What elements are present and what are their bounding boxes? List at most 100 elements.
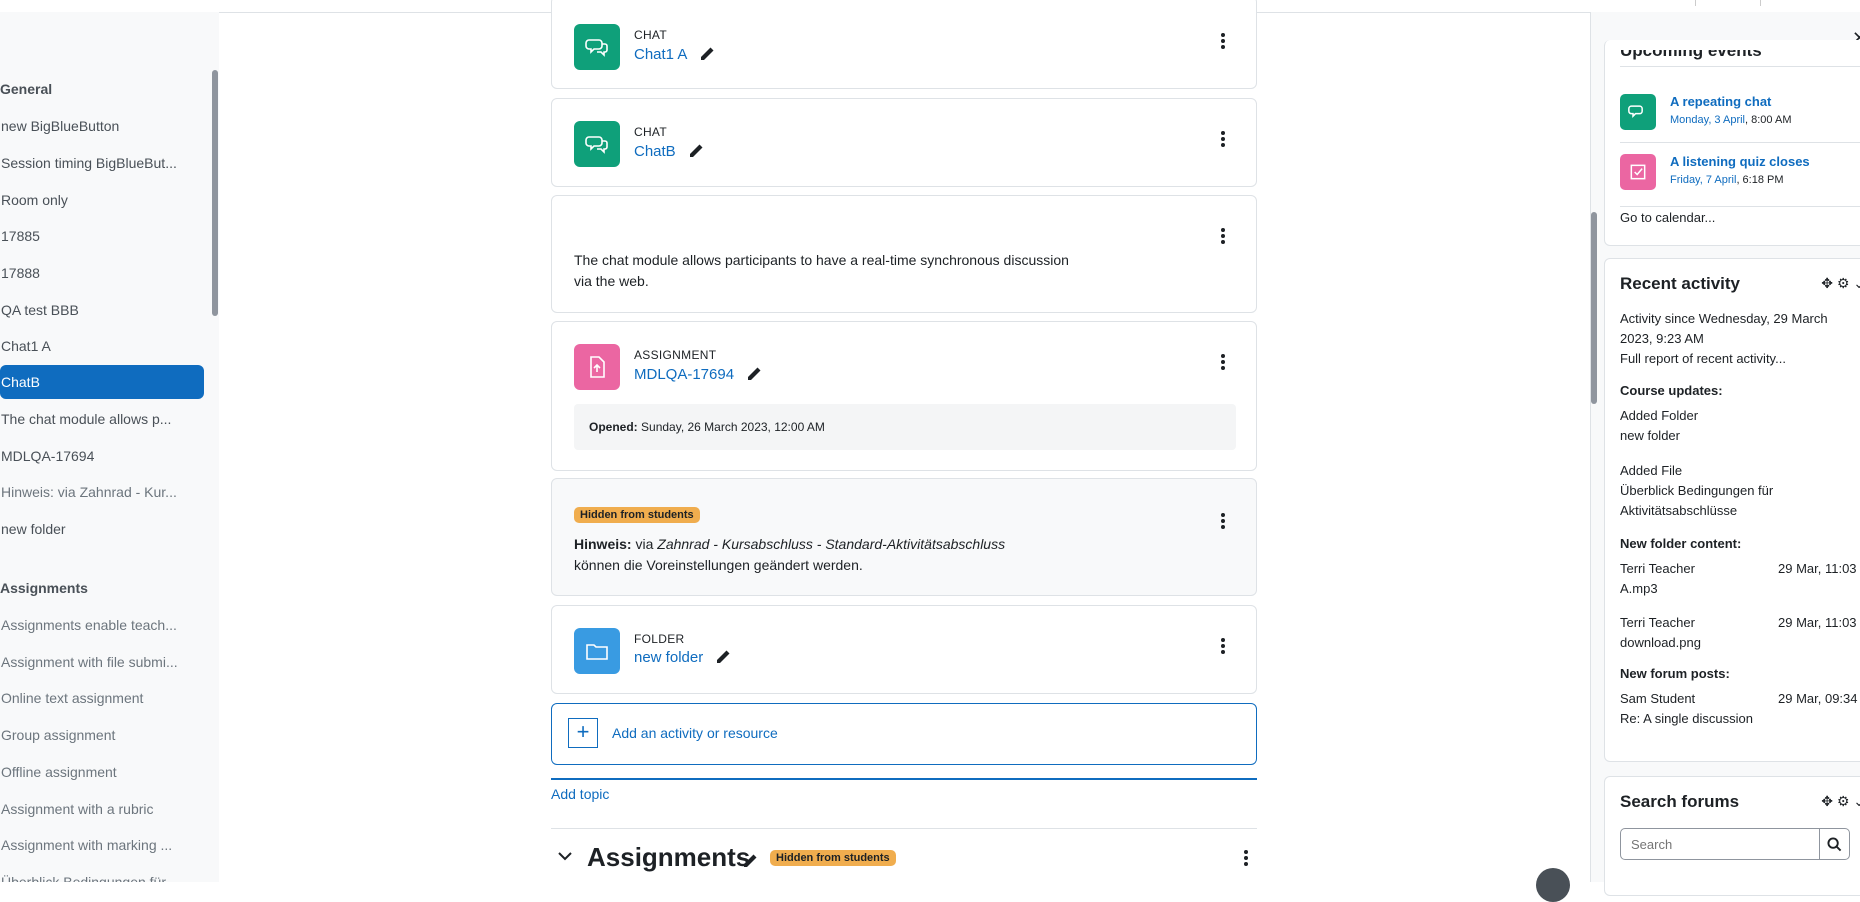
- go-to-calendar-link[interactable]: Go to calendar...: [1620, 208, 1715, 228]
- new-forum-posts-heading: New forum posts:: [1620, 666, 1730, 681]
- more-actions-icon[interactable]: [1220, 130, 1226, 148]
- activity-card-folder: FOLDER new folder: [551, 605, 1257, 694]
- activity-link[interactable]: MDLQA-17694: [634, 366, 734, 383]
- upcoming-events-block: Upcoming events A repeating chat Monday,…: [1604, 40, 1860, 246]
- post-date: 29 Mar, 09:34: [1778, 691, 1858, 706]
- event-link[interactable]: A listening quiz closes: [1670, 154, 1810, 169]
- recent-activity-block: Recent activity ✥ ⚙ ⌄ Activity since Wed…: [1604, 258, 1860, 762]
- section-header-assignments: Assignments Hidden from students: [551, 842, 1257, 876]
- content-user: Terri Teacher: [1620, 615, 1695, 630]
- hinweis-text: Hinweis: via Zahnrad - Kursabschluss - S…: [574, 534, 1054, 576]
- opened-value: Sunday, 26 March 2023, 12:00 AM: [641, 420, 825, 434]
- index-item[interactable]: Chat1 A: [0, 329, 204, 363]
- activity-link[interactable]: ChatB: [634, 143, 676, 160]
- course-updates-heading: Course updates:: [1620, 383, 1723, 398]
- hidden-badge: Hidden from students: [770, 850, 896, 866]
- update-type: Added File: [1620, 463, 1683, 478]
- folder-icon: [574, 628, 620, 674]
- more-actions-icon[interactable]: [1220, 637, 1226, 655]
- index-section-general[interactable]: General: [0, 81, 52, 97]
- opened-label: Opened:: [589, 420, 638, 434]
- divider: [1620, 206, 1860, 207]
- index-item[interactable]: new BigBlueButton: [0, 109, 204, 143]
- course-index-drawer: General new BigBlueButton Session timing…: [0, 12, 219, 882]
- index-item-active[interactable]: ChatB: [0, 365, 204, 399]
- section-separator: [551, 828, 1257, 829]
- index-item[interactable]: Online text assignment: [0, 681, 204, 715]
- add-activity-label: Add an activity or resource: [612, 725, 778, 741]
- index-item[interactable]: Session timing BigBlueBut...: [0, 146, 204, 180]
- block-title: Search forums: [1620, 792, 1740, 811]
- index-item[interactable]: Room only: [0, 183, 204, 217]
- assignment-icon: [574, 344, 620, 390]
- event-date-link[interactable]: Friday, 7 April: [1670, 174, 1736, 186]
- add-activity-button[interactable]: + Add an activity or resource: [551, 703, 1257, 765]
- activity-dates: Opened: Sunday, 26 March 2023, 12:00 AM: [574, 404, 1236, 450]
- content-date: 29 Mar, 11:03: [1778, 615, 1857, 630]
- section-divider: [551, 778, 1257, 780]
- index-item[interactable]: MDLQA-17694: [0, 439, 204, 473]
- more-actions-icon[interactable]: [1243, 849, 1249, 867]
- full-report-link[interactable]: Full report of recent activity...: [1620, 349, 1786, 369]
- content-file-link[interactable]: download.png: [1620, 633, 1701, 653]
- activity-link[interactable]: Chat1 A: [634, 46, 687, 63]
- index-item[interactable]: Assignment with marking ...: [0, 828, 204, 862]
- search-group: [1620, 828, 1850, 860]
- activity-type: ASSIGNMENT: [634, 348, 717, 362]
- index-item[interactable]: Überblick Bedingungen für...: [0, 865, 204, 882]
- activity-card-chat: CHAT Chat1 A: [551, 0, 1257, 89]
- more-actions-icon[interactable]: [1220, 512, 1226, 530]
- hinweis-italic: Zahnrad - Kursabschluss - Standard-Aktiv…: [657, 536, 1006, 552]
- section-title: Assignments: [587, 842, 751, 872]
- chevron-down-icon[interactable]: [557, 848, 573, 864]
- index-item[interactable]: 17888: [0, 256, 204, 290]
- activity-card-chat: CHAT ChatB: [551, 98, 1257, 187]
- event-date-link[interactable]: Monday, 3 April: [1670, 114, 1745, 126]
- hidden-label-card: Hidden from students Hinweis: via Zahnra…: [551, 478, 1257, 596]
- update-link[interactable]: new folder: [1620, 426, 1680, 446]
- edit-pencil-icon[interactable]: [688, 143, 704, 159]
- navbar-divider: [1695, 0, 1696, 6]
- more-actions-icon[interactable]: [1220, 32, 1226, 50]
- activity-since: Activity since Wednesday, 29 March 2023, …: [1620, 311, 1828, 346]
- hinweis-text1: via: [635, 536, 654, 552]
- edit-pencil-icon[interactable]: [746, 366, 762, 382]
- index-item[interactable]: Assignment with file submi...: [0, 645, 204, 679]
- block-title: Recent activity: [1620, 274, 1740, 293]
- post-link[interactable]: Re: A single discussion: [1620, 709, 1753, 729]
- search-button[interactable]: [1819, 828, 1850, 860]
- event-link[interactable]: A repeating chat: [1670, 94, 1771, 109]
- course-index-scrollbar[interactable]: [212, 70, 218, 316]
- activity-link[interactable]: new folder: [634, 649, 703, 666]
- block-controls[interactable]: ✥ ⚙ ⌄: [1821, 275, 1860, 292]
- hinweis-bold: Hinweis:: [574, 536, 632, 552]
- more-actions-icon[interactable]: [1220, 353, 1226, 371]
- help-icon[interactable]: [1536, 868, 1570, 902]
- index-item[interactable]: QA test BBB: [0, 293, 204, 327]
- index-item[interactable]: Group assignment: [0, 718, 204, 752]
- index-item[interactable]: 17885: [0, 219, 204, 253]
- index-section-assignments[interactable]: Assignments: [0, 580, 88, 596]
- chat-icon: [1620, 94, 1656, 130]
- edit-pencil-icon[interactable]: [699, 46, 715, 62]
- index-item[interactable]: new folder: [0, 512, 204, 546]
- index-item[interactable]: Offline assignment: [0, 755, 204, 789]
- drawer-scrollbar[interactable]: [1591, 212, 1597, 404]
- edit-pencil-icon[interactable]: [715, 649, 731, 665]
- update-link[interactable]: Überblick Bedingungen für Aktivitätsabsch…: [1620, 481, 1773, 521]
- index-item[interactable]: Hinweis: via Zahnrad - Kur...: [0, 475, 204, 509]
- add-topic-link[interactable]: Add topic: [551, 786, 609, 802]
- event-time: , 6:18 PM: [1736, 174, 1784, 186]
- index-item[interactable]: Assignments enable teach...: [0, 608, 204, 642]
- more-actions-icon[interactable]: [1220, 227, 1226, 245]
- block-controls[interactable]: ✥ ⚙ ⌄: [1821, 793, 1860, 810]
- search-input[interactable]: [1620, 828, 1820, 860]
- index-item[interactable]: The chat module allows p...: [0, 402, 204, 436]
- update-type: Added Folder: [1620, 408, 1699, 423]
- plus-icon: +: [568, 718, 598, 748]
- post-user: Sam Student: [1620, 691, 1696, 706]
- content-file-link[interactable]: A.mp3: [1620, 579, 1658, 599]
- edit-pencil-icon[interactable]: [742, 853, 758, 869]
- divider: [1620, 66, 1860, 67]
- index-item[interactable]: Assignment with a rubric: [0, 792, 204, 826]
